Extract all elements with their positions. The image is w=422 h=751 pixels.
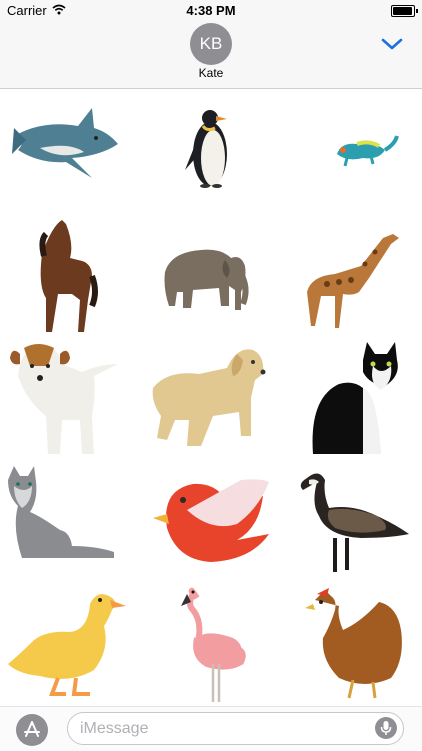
gray-cat-icon — [8, 466, 114, 558]
contact-name[interactable]: Kate — [0, 66, 422, 80]
horse-icon — [39, 220, 98, 332]
status-bar: Carrier 4:38 PM — [0, 0, 422, 22]
sticker-canada-goose[interactable] — [281, 458, 421, 580]
sticker-flamingo[interactable] — [141, 580, 281, 702]
sticker-gray-cat[interactable] — [0, 458, 140, 580]
sticker-tuxedo-cat[interactable] — [281, 336, 421, 458]
red-bird-icon — [153, 479, 269, 562]
sticker-shark[interactable] — [0, 92, 140, 214]
canada-goose-icon — [300, 473, 409, 572]
sticker-chameleon[interactable] — [281, 92, 421, 214]
sticker-giraffe[interactable] — [281, 214, 421, 336]
message-input[interactable]: iMessage — [67, 712, 404, 745]
sticker-red-bird[interactable] — [141, 458, 281, 580]
penguin-icon — [185, 110, 227, 188]
sticker-hen[interactable] — [281, 580, 421, 702]
dictation-button[interactable] — [375, 717, 397, 739]
chameleon-icon — [337, 135, 399, 167]
chevron-down-icon — [381, 38, 403, 50]
app-store-icon — [24, 721, 40, 737]
sticker-grid — [0, 92, 422, 704]
shark-icon — [12, 108, 118, 178]
battery-icon — [391, 5, 418, 17]
microphone-icon — [380, 721, 392, 735]
message-composer: iMessage — [0, 706, 422, 751]
status-time: 4:38 PM — [186, 3, 236, 18]
sticker-horse[interactable] — [0, 214, 140, 336]
contact-avatar[interactable]: KB — [190, 23, 232, 65]
app-store-button[interactable] — [16, 714, 48, 746]
sticker-jack-russell[interactable] — [0, 336, 140, 458]
hen-icon — [305, 588, 402, 699]
labrador-icon — [152, 349, 266, 446]
elephant-icon — [164, 249, 249, 310]
flamingo-icon — [181, 587, 246, 702]
collapse-button[interactable] — [380, 32, 404, 56]
duckling-icon — [8, 594, 126, 696]
sticker-duckling[interactable] — [0, 580, 140, 702]
sticker-penguin[interactable] — [141, 92, 281, 214]
tuxedo-cat-icon — [312, 342, 398, 454]
sticker-elephant[interactable] — [141, 214, 281, 336]
jack-russell-terrier-icon — [10, 344, 118, 454]
sticker-labrador[interactable] — [141, 336, 281, 458]
giraffe-icon — [307, 234, 399, 328]
